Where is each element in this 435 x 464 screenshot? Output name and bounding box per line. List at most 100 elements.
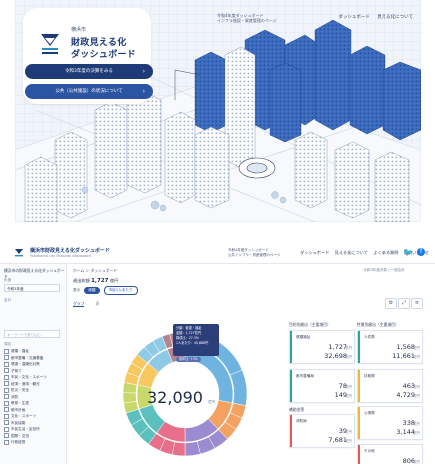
nav-about[interactable]: 見える化について	[335, 250, 368, 255]
list-item-label: 国際・交流	[11, 433, 29, 438]
checkbox-icon[interactable]	[4, 407, 9, 412]
nav-dashboard[interactable]: ダッシュボード	[300, 250, 329, 255]
card-unit: 億円	[413, 460, 420, 464]
card-accent	[358, 445, 360, 464]
card-unit: 億円	[345, 430, 352, 434]
breadcrumb[interactable]: ホーム ＞ ダッシュボード	[73, 268, 117, 274]
period-info: 令和3年度決算 / 一般会計	[363, 268, 405, 272]
donut-segment[interactable]	[122, 392, 137, 404]
card-value-secondary: 32,698	[324, 352, 347, 360]
checkbox-icon[interactable]	[4, 439, 9, 445]
card-unit: 億円	[345, 355, 352, 359]
checkbox-icon[interactable]	[4, 433, 9, 438]
metric-label: 歳出総額	[73, 278, 90, 283]
view-settlement-button[interactable]: 令和3年度の決算をみる ›	[25, 64, 153, 79]
public-facilities-button[interactable]: 公共（公共施設）の状況について ›	[25, 84, 153, 99]
checkbox-icon[interactable]	[4, 374, 9, 380]
menu-button[interactable]: ≡	[411, 298, 423, 309]
twitter-icon[interactable]: 🐦	[403, 248, 413, 257]
stadium	[238, 157, 276, 179]
year-label: 年度	[4, 278, 12, 282]
top-note: 令和4年度ダッシュボード インフラ施設・資産管理のページ	[217, 13, 277, 23]
card-value-secondary: 3,144	[396, 428, 415, 436]
view-tabs: グラフ 表	[73, 301, 109, 307]
list-item-label: 教育・生涯	[11, 401, 29, 405]
filter-row: 表示 総額 市民1人あたり	[73, 286, 138, 295]
left-column-title: 目的別歳出（主要項目）	[289, 322, 331, 327]
checkbox-icon[interactable]	[4, 413, 9, 419]
list-header: 項目	[4, 342, 12, 346]
card-unit: 億円	[345, 394, 352, 398]
tooltip-line: 1人あたり：45,888円	[176, 341, 209, 345]
facebook-icon[interactable]: f	[417, 248, 425, 256]
checkbox-icon[interactable]	[4, 387, 9, 393]
list-item-label: 健康・福祉	[11, 349, 29, 353]
card-name: 扶助費	[364, 374, 375, 378]
nav-about[interactable]: 見える化について	[377, 15, 413, 20]
tooltip-badge: 前年比 ＋3%	[176, 357, 201, 362]
list-item[interactable]: 行政経営	[4, 439, 64, 446]
card-name: 人件費	[364, 335, 375, 339]
checkbox-icon[interactable]	[4, 394, 9, 399]
sidebar: 横浜市の財政見える化ダッシュボード 年度 令和3年度 会計 キーワードで絞り込む…	[0, 264, 67, 464]
summary-card[interactable]: 公債費 338 億円 3,144 億円	[357, 406, 423, 440]
card-unit: 億円	[413, 346, 420, 350]
summary-card[interactable]: 健康福祉 1,727 億円 32,698 億円	[289, 330, 355, 364]
card-name: その他	[364, 449, 375, 453]
settings-button[interactable]: ⚙	[385, 298, 397, 309]
tab-table[interactable]: 表	[96, 301, 100, 306]
filter-total-pill[interactable]: 総額	[84, 287, 100, 294]
summary-card[interactable]: 人件費 1,568 億円 11,661 億円	[357, 330, 423, 364]
top-note-line2: インフラ施設・資産管理のページ	[217, 18, 277, 23]
chart-center-total: 32,090 億円	[147, 388, 215, 407]
dashboard-header: 横浜市財政見える化ダッシュボード Yokohama city financial…	[0, 243, 435, 264]
checkbox-icon[interactable]	[4, 368, 9, 373]
sidebar-title: 横浜市の財政見える化ダッシュボード	[4, 268, 65, 279]
metric-unit: 億円	[109, 278, 119, 283]
summary-card[interactable]: 扶助費 463 億円 4,729 億円	[357, 369, 423, 403]
nav-faq[interactable]: よくある質問	[373, 250, 398, 255]
nav-dashboard[interactable]: ダッシュボード	[338, 15, 370, 20]
card-accent	[358, 331, 360, 363]
card-name: 健康福祉	[296, 335, 311, 339]
filter-per-capita-pill[interactable]: 市民1人あたり	[103, 286, 138, 295]
list-item-label: 子育て	[11, 368, 22, 373]
header-note-line2: 公共インフラ・資産管理のページ	[228, 252, 281, 257]
total-unit: 億円	[208, 400, 216, 404]
checkbox-icon[interactable]	[4, 381, 9, 386]
list-item-label: 行政経営	[11, 440, 26, 444]
checkbox-icon[interactable]	[4, 355, 9, 360]
card-accent	[358, 407, 360, 439]
summary-card[interactable]: その他806億円7,771億円	[357, 444, 423, 464]
card-name: 公債費	[364, 411, 375, 415]
dashboard-subtitle: Yokohama city financial dashboard	[30, 254, 91, 258]
card-value-secondary: 4,729	[396, 391, 415, 399]
card-unit: 億円	[345, 385, 352, 389]
checkbox-icon[interactable]	[4, 426, 9, 432]
summary-card[interactable]: 消防局 39 億円 7,681 億円	[289, 414, 355, 448]
year-select[interactable]: 令和3年度	[4, 284, 60, 292]
card-group-label: 補助金等	[289, 407, 305, 412]
card-value-secondary: 11,661	[392, 352, 415, 360]
checkbox-icon[interactable]	[4, 348, 9, 354]
checkbox-icon[interactable]	[4, 400, 9, 406]
list-item-label: 市民生活・区役所	[11, 427, 40, 431]
search-input[interactable]: キーワードで絞り込む	[4, 330, 60, 338]
list-item-label: 防災・安全	[11, 388, 29, 392]
summary-card[interactable]: 都市整備局 78 億円 149 億円	[289, 369, 355, 403]
city-logo-icon	[41, 34, 59, 54]
tab-graph[interactable]: グラフ	[73, 301, 85, 307]
checkbox-icon[interactable]	[4, 420, 9, 425]
view-settlement-label: 令和3年度の決算をみる	[65, 69, 113, 74]
list-item-label: 都市整備・交通基盤	[11, 355, 44, 360]
checkbox-icon[interactable]	[4, 361, 9, 367]
card-unit: 億円	[413, 385, 420, 389]
list-item-label: 市民・文化・スポーツ	[11, 375, 47, 379]
card-unit: 億円	[413, 394, 420, 398]
public-facilities-label: 公共（公共施設）の状況について	[55, 89, 123, 94]
app-title-line2: ダッシュボード	[71, 50, 137, 60]
category-list: 健康・福祉 都市整備・交通基盤 環境・温暖化対策 子育て 市民・文化・スポーツ …	[4, 348, 64, 446]
card-unit: 億円	[413, 431, 420, 435]
list-item-label: 市民協働	[11, 420, 26, 425]
expand-button[interactable]: ⤢	[398, 298, 410, 309]
